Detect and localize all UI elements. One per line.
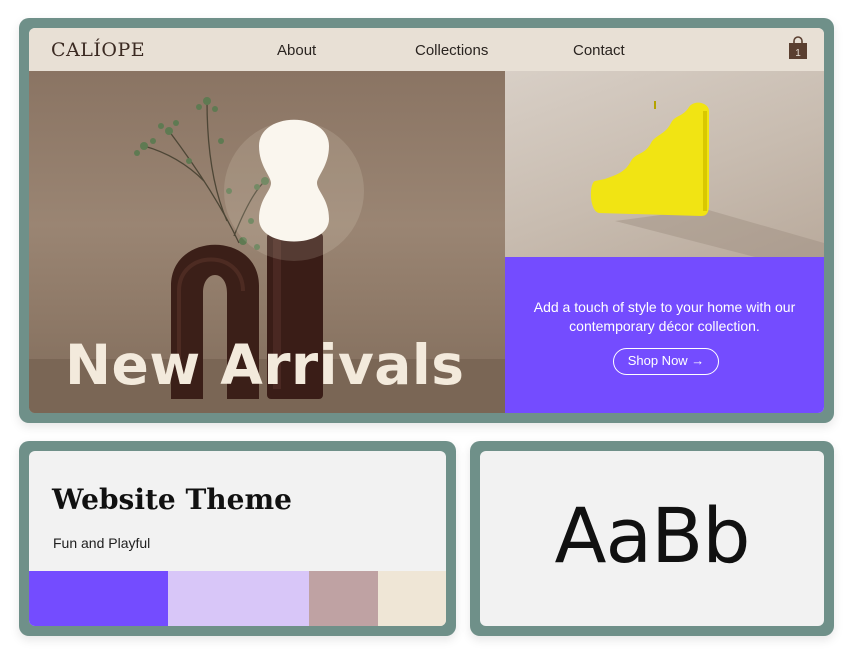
swatch-cream — [378, 571, 446, 626]
site-navbar: CALÍOPE About Collections Contact 1 — [29, 28, 824, 71]
typography-panel: AaBb — [480, 451, 824, 626]
theme-title: Website Theme — [52, 483, 292, 516]
nav-link-about[interactable]: About — [277, 42, 316, 59]
theme-card: Website Theme Fun and Playful — [19, 441, 456, 636]
promo-panel: Add a touch of style to your home with o… — [505, 257, 824, 413]
shopping-bag-icon[interactable]: 1 — [788, 36, 808, 60]
hero-image: New Arrivals — [29, 71, 505, 413]
theme-panel: Website Theme Fun and Playful — [29, 451, 446, 626]
cart-count: 1 — [795, 48, 801, 59]
website-preview: CALÍOPE About Collections Contact 1 New … — [29, 28, 824, 413]
promo-text: Add a touch of style to your home with o… — [533, 299, 796, 334]
theme-subtitle: Fun and Playful — [53, 535, 151, 551]
font-sample: AaBb — [554, 491, 751, 580]
site-logo[interactable]: CALÍOPE — [51, 39, 145, 61]
swatch-purple — [29, 571, 168, 626]
color-palette — [29, 571, 446, 626]
hero-title: New Arrivals — [65, 333, 465, 397]
typography-card: AaBb — [470, 441, 834, 636]
nav-link-collections[interactable]: Collections — [415, 42, 488, 59]
shop-now-button[interactable]: Shop Now → — [613, 348, 719, 375]
swatch-mauve — [309, 571, 378, 626]
nav-link-contact[interactable]: Contact — [573, 42, 625, 59]
website-preview-card: CALÍOPE About Collections Contact 1 New … — [19, 18, 834, 423]
swatch-lavender — [168, 571, 309, 626]
product-image — [505, 71, 824, 257]
